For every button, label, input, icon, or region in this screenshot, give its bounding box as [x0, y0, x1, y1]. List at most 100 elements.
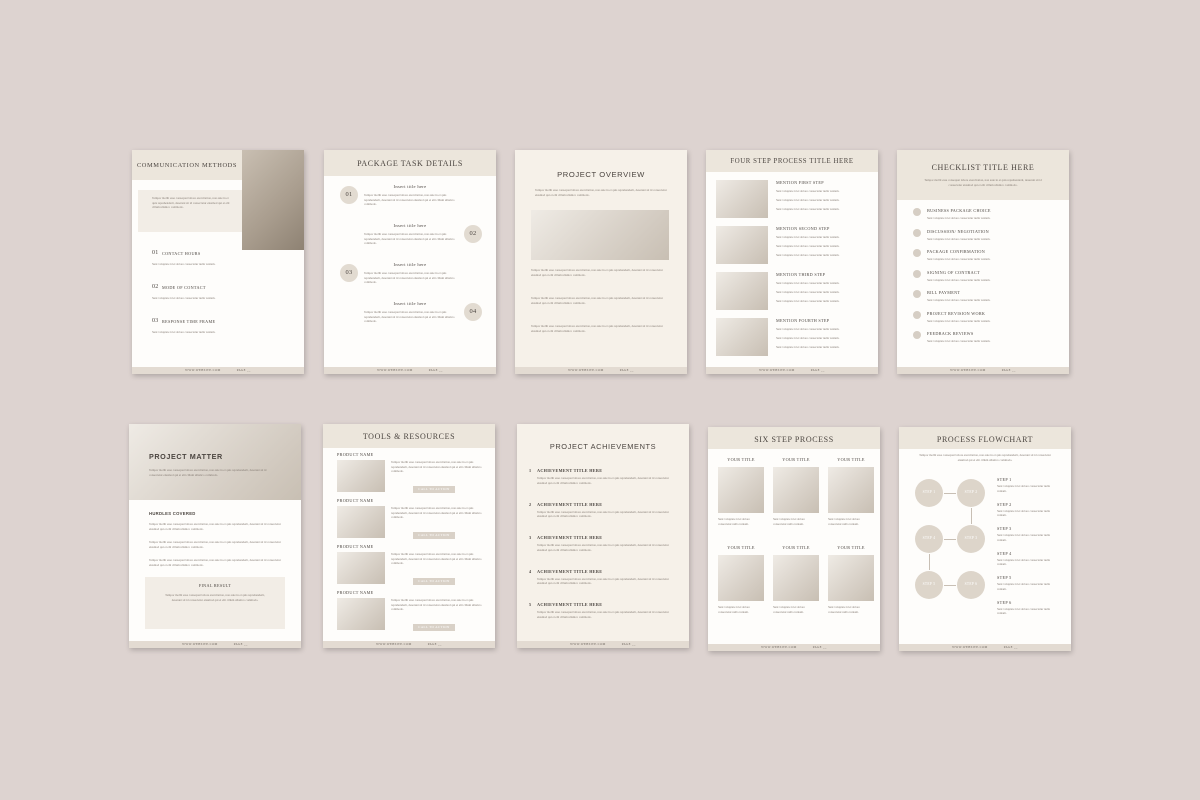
page-title: CHECKLIST TITLE HERE: [931, 163, 1035, 172]
step-text: Sunt voluptate id et dolore consectetur …: [776, 345, 840, 349]
step-text: Sunt voluptate id et dolore consectetur …: [718, 517, 750, 526]
product-photo: [337, 552, 385, 584]
page-footer: WWW.WEBSITE.COM PAGE __: [897, 367, 1069, 374]
checklist-text: Sunt voluptate id et dolore consectetur …: [927, 236, 991, 241]
title-band: [897, 150, 1069, 200]
page-four-step-process[interactable]: FOUR STEP PROCESS TITLE HERE MENTION FIR…: [706, 150, 878, 374]
product-name: PRODUCT NAME: [337, 590, 374, 595]
photo-fabric: [129, 424, 301, 500]
page-footer: WWW.WEBSITE.COM PAGE __: [132, 367, 304, 374]
page-footer: WWW.WEBSITE.COM PAGE __: [708, 644, 880, 651]
flow-step-text: Sunt voluptate id et dolore consectetur …: [997, 508, 1050, 518]
page-tools-resources[interactable]: TOOLS & RESOURCES PRODUCT NAME Tempor mol…: [323, 424, 495, 648]
checkbox-dot: [913, 249, 921, 257]
page-communication-methods[interactable]: COMMUNICATION METHODS Tempor mollit esse…: [132, 150, 304, 374]
checklist-item: BUSINESS PACKAGE CHOICE: [927, 208, 991, 213]
product-text: Tempor mollit esse consequat labore exer…: [391, 552, 482, 566]
step-text: Sunt voluptate id et dolore consectetur …: [776, 281, 840, 285]
page-project-overview[interactable]: PROJECT OVERVIEW Tempor mollit esse cons…: [515, 150, 687, 374]
product-photo: [337, 460, 385, 492]
flow-step-title: STEP 5: [997, 575, 1012, 580]
page-title: SIX STEP PROCESS: [754, 435, 834, 444]
task-title: Insert title here: [393, 184, 427, 189]
checkbox-dot: [913, 331, 921, 339]
product-text: Tempor mollit esse consequat labore exer…: [391, 598, 482, 612]
checklist-text: Sunt voluptate id et dolore consectetur …: [927, 216, 991, 220]
achievement-title: ACHIEVEMENT TITLE HERE: [537, 535, 603, 540]
section-heading: HURDLES COVERED: [149, 511, 196, 516]
flow-node-label: STEP 5: [922, 582, 936, 586]
page-six-step-process[interactable]: SIX STEP PROCESS YOUR TITLE Sunt voluptat…: [708, 427, 880, 651]
achievement-text: Tempor mollit esse consequat labore exer…: [537, 476, 669, 485]
page-title: COMMUNICATION METHODS: [136, 162, 238, 169]
result-box: FINAL RESULT Tempor mollit esse consequa…: [145, 577, 285, 629]
page-project-achievements[interactable]: PROJECT ACHIEVEMENTS 1 ACHIEVEMENT TITLE …: [517, 424, 689, 648]
page-project-matter[interactable]: PROJECT MATTER Tempor mollit esse conseq…: [129, 424, 301, 648]
flow-node: STEP 1: [915, 479, 943, 507]
product-text: Tempor mollit esse consequat labore exer…: [391, 506, 482, 520]
step-title: MENTION THIRD STEP: [776, 272, 826, 277]
column-title: YOUR TITLE: [837, 457, 865, 462]
cta-button[interactable]: CALL TO ACTION: [413, 578, 455, 585]
flow-node-label: STEP 2: [964, 490, 978, 494]
product-name: PRODUCT NAME: [337, 544, 374, 549]
product-text: Tempor mollit esse consequat labore exer…: [391, 460, 482, 474]
page-checklist[interactable]: CHECKLIST TITLE HERE Tempor mollit esse …: [897, 150, 1069, 374]
task-text: Tempor mollit esse consequat labore exer…: [364, 232, 455, 246]
task-title: Insert title here: [393, 223, 427, 228]
checklist-text: Sunt voluptate id et dolore consectetur …: [927, 298, 991, 302]
page-title: PACKAGE TASK DETAILS: [357, 159, 463, 168]
cta-button[interactable]: CALL TO ACTION: [413, 532, 455, 539]
checkbox-dot: [913, 290, 921, 298]
item-number: 03: [152, 318, 159, 324]
step-photo: [828, 555, 874, 601]
step-text: Sunt voluptate id et dolore consectetur …: [828, 605, 860, 614]
achievement-title: ACHIEVEMENT TITLE HERE: [537, 568, 603, 574]
item-label: RESPONSE TIME FRAME: [162, 319, 216, 324]
flow-step-title: STEP 6: [997, 599, 1012, 605]
item-number: 01: [152, 250, 159, 256]
step-number: 03: [345, 269, 353, 276]
product-photo: [337, 598, 385, 630]
item-text: Sunt voluptate id et dolore consectetur …: [152, 330, 216, 334]
flow-step-title: STEP 1: [997, 477, 1012, 482]
step-title: MENTION FOURTH STEP: [776, 318, 830, 323]
cta-button[interactable]: CALL TO ACTION: [413, 624, 455, 631]
page-footer: WWW.WEBSITE.COM PAGE __: [324, 367, 496, 374]
flow-arrow: [944, 585, 956, 586]
step-photo: [718, 555, 764, 601]
step-text: Sunt voluptate id et dolore consectetur …: [776, 253, 840, 257]
achievement-title: ACHIEVEMENT TITLE HERE: [537, 602, 603, 607]
checklist-item: PACKAGE CONFIRMATION: [927, 249, 986, 254]
flow-node: STEP 2: [957, 479, 985, 507]
checklist-item: SIGNING OF CONTRACT: [927, 269, 980, 275]
step-number-badge: 01: [340, 186, 358, 204]
task-text: Tempor mollit esse consequat labore exer…: [364, 271, 455, 285]
step-photo: [828, 467, 874, 513]
page-package-task-details[interactable]: PACKAGE TASK DETAILS 01 Insert title here…: [324, 150, 496, 374]
flow-step-title: STEP 3: [997, 526, 1012, 531]
step-number-badge: 04: [464, 303, 482, 321]
cta-button[interactable]: CALL TO ACTION: [413, 486, 455, 493]
column-title: YOUR TITLE: [837, 545, 865, 550]
step-number-badge: 03: [340, 264, 358, 282]
step-text: Sunt voluptate id et dolore consectetur …: [773, 517, 805, 526]
flow-step-text: Sunt voluptate id et dolore consectetur …: [997, 606, 1050, 616]
achievement-number: 4: [529, 568, 532, 574]
item-text: Sunt voluptate id et dolore consectetur …: [152, 296, 216, 300]
task-text: Tempor mollit esse consequat labore exer…: [364, 310, 455, 324]
checklist-text: Sunt voluptate id et dolore consectetur …: [927, 257, 991, 261]
step-text: Sunt voluptate id et dolore consectetur …: [776, 198, 840, 202]
step-photo: [716, 180, 768, 218]
step-photo: [716, 226, 768, 264]
flow-arrow: [929, 554, 930, 570]
flow-arrow: [971, 508, 972, 524]
checklist-text: Sunt voluptate id et dolore consectetur …: [927, 318, 991, 323]
checklist-text: Sunt voluptate id et dolore consectetur …: [927, 339, 991, 343]
product-photo: [337, 506, 385, 538]
step-number: 02: [469, 230, 477, 237]
achievement-title: ACHIEVEMENT TITLE HERE: [537, 501, 603, 507]
checklist-item: BILL PAYMENT: [927, 290, 961, 295]
page-process-flowchart[interactable]: PROCESS FLOWCHART Tempor mollit esse con…: [899, 427, 1071, 651]
checklist-item: DISCUSSION/ NEGOTIATION: [927, 228, 989, 234]
